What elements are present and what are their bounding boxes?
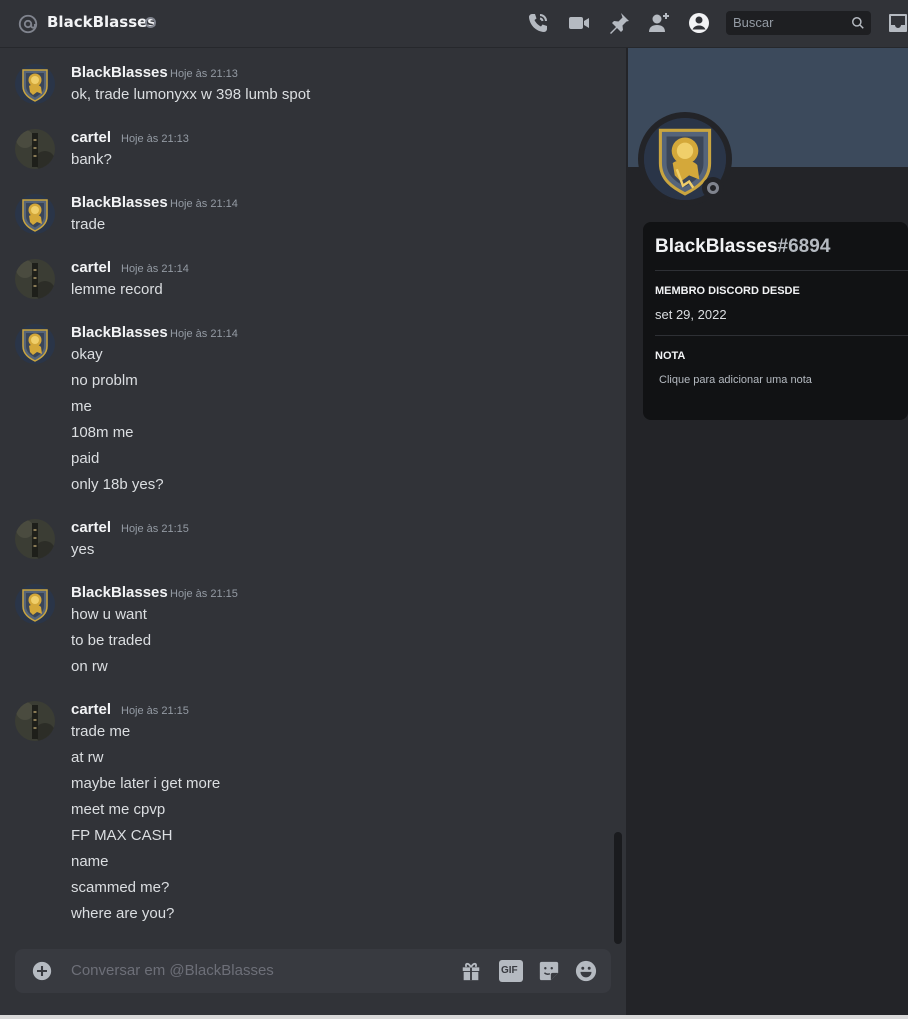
message-author[interactable]: BlackBlasses (71, 194, 168, 211)
message-text: bank? (71, 151, 112, 168)
window-bottom-edge (0, 1015, 908, 1019)
add-attachment-icon[interactable] (32, 961, 52, 981)
message-text: me (71, 398, 92, 415)
search-box[interactable]: Buscar (726, 11, 871, 35)
message-composer[interactable]: Conversar em @BlackBlasses GIF (15, 949, 611, 993)
message-text: name (71, 853, 109, 870)
gif-label: GIF (501, 965, 518, 976)
message-text: at rw (71, 749, 104, 766)
at-icon (18, 14, 38, 34)
blackblasses-avatar[interactable] (15, 64, 55, 104)
message-timestamp: Hoje às 21:14 (170, 328, 238, 340)
message-text: yes (71, 541, 95, 558)
message-text: only 18b yes? (71, 476, 164, 493)
sticker-icon[interactable] (538, 960, 560, 982)
message-text: lemme record (71, 281, 163, 298)
profile-status (702, 177, 724, 199)
channel-title[interactable]: BlackBlasses (47, 13, 156, 31)
message-text: trade (71, 216, 106, 233)
message-text: FP MAX CASH (71, 827, 173, 844)
card-separator (655, 270, 908, 271)
message-text: to be traded (71, 632, 152, 649)
message-author[interactable]: cartel (71, 519, 111, 536)
member-since-value: set 29, 2022 (655, 307, 727, 322)
message-text: how u want (71, 606, 147, 623)
message-author[interactable]: BlackBlasses (71, 584, 168, 601)
pin-icon[interactable] (607, 11, 631, 35)
chat-scrollbar[interactable] (614, 832, 622, 944)
cartel-avatar[interactable] (15, 129, 55, 169)
message-author[interactable]: BlackBlasses (71, 324, 168, 341)
phone-call-icon[interactable] (526, 11, 550, 35)
blackblasses-avatar[interactable] (15, 194, 55, 234)
gift-icon[interactable] (460, 960, 482, 982)
user-profile-panel (628, 48, 908, 1019)
message-timestamp: Hoje às 21:14 (170, 198, 238, 210)
message-author[interactable]: cartel (71, 129, 111, 146)
add-friend-icon[interactable] (647, 11, 671, 35)
member-since-heading: MEMBRO DISCORD DESDE (655, 285, 800, 297)
search-icon (852, 17, 864, 29)
message-author[interactable]: cartel (71, 701, 111, 718)
message-text: where are you? (71, 905, 175, 922)
message-input[interactable]: Conversar em @BlackBlasses (71, 962, 274, 979)
username-text: BlackBlasses (655, 236, 778, 257)
message-timestamp: Hoje às 21:15 (170, 588, 238, 600)
message-text: paid (71, 450, 100, 467)
profile-card: BlackBlasses#6894 MEMBRO DISCORD DESDE s… (643, 222, 908, 420)
message-timestamp: Hoje às 21:15 (121, 523, 189, 535)
cartel-avatar[interactable] (15, 701, 55, 741)
search-placeholder: Buscar (733, 15, 774, 30)
channel-header: BlackBlasses Buscar (0, 0, 908, 48)
inbox-icon[interactable] (886, 11, 908, 35)
gif-icon[interactable]: GIF (499, 960, 523, 982)
profile-username[interactable]: BlackBlasses#6894 (655, 236, 830, 258)
offline-status-indicator (145, 17, 156, 28)
cartel-avatar[interactable] (15, 519, 55, 559)
video-call-icon[interactable] (567, 11, 591, 35)
message-author[interactable]: cartel (71, 259, 111, 276)
message-timestamp: Hoje às 21:14 (121, 263, 189, 275)
note-heading: NOTA (655, 350, 686, 362)
message-text: scammed me? (71, 879, 170, 896)
message-text: trade me (71, 723, 131, 740)
message-text: 108m me (71, 424, 134, 441)
message-author[interactable]: BlackBlasses (71, 64, 168, 81)
message-text: okay (71, 346, 103, 363)
message-timestamp: Hoje às 21:13 (170, 68, 238, 80)
card-separator (655, 335, 908, 336)
discriminator-text: #6894 (777, 236, 831, 257)
blackblasses-avatar[interactable] (15, 324, 55, 364)
emoji-icon[interactable] (575, 960, 597, 982)
note-input[interactable]: Clique para adicionar uma nota (659, 374, 812, 386)
message-text: no problm (71, 372, 138, 389)
message-timestamp: Hoje às 21:15 (121, 705, 189, 717)
cartel-avatar[interactable] (15, 259, 55, 299)
message-text: on rw (71, 658, 108, 675)
message-timestamp: Hoje às 21:13 (121, 133, 189, 145)
message-text: ok, trade lumonyxx w 398 lumb spot (71, 86, 311, 103)
profile-toggle-icon[interactable] (687, 11, 711, 35)
message-text: maybe later i get more (71, 775, 221, 792)
message-text: meet me cpvp (71, 801, 166, 818)
blackblasses-avatar[interactable] (15, 584, 55, 624)
